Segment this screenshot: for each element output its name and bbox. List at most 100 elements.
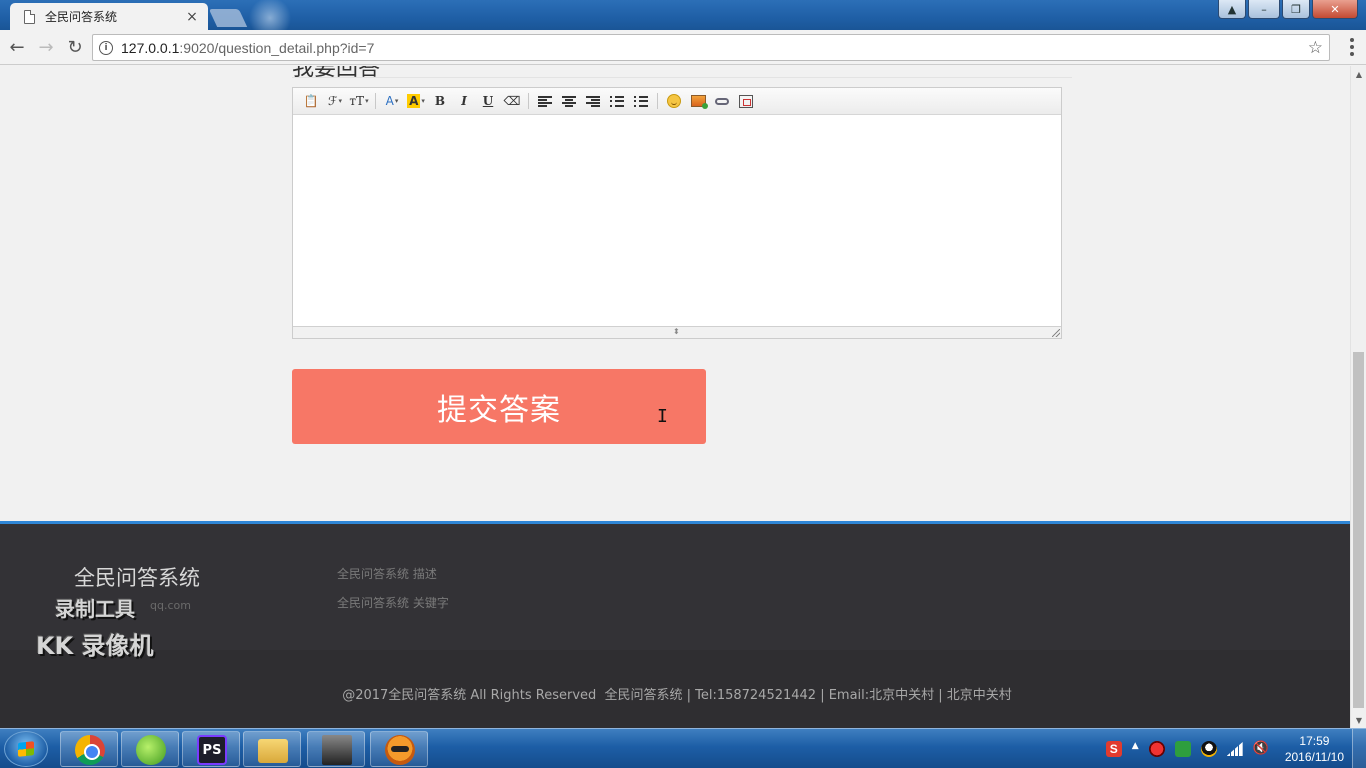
reload-button[interactable]: ↻ [63,35,87,59]
emoticon-button[interactable] [664,91,684,111]
tab-close-icon[interactable]: × [184,9,200,25]
user-icon[interactable]: ▲ [1218,0,1246,19]
eraser-icon[interactable]: ⌫ [502,91,522,111]
show-hidden-icons-icon[interactable]: ▲ [1132,741,1139,757]
footer-description: 全民问答系统 描述 [337,567,437,581]
page-icon [24,9,35,24]
taskbar-chrome[interactable] [60,731,118,767]
show-desktop-button[interactable] [1352,729,1366,768]
url-host: 127.0.0.1 [121,39,180,56]
align-center-button[interactable] [559,91,579,111]
rich-text-editor: 📋 ℱ тT A A B I U ⌫ ⬍ [292,87,1062,339]
scroll-up-icon[interactable]: ▲ [1351,66,1366,82]
footer-keywords: 全民问答系统 关键字 [337,596,449,610]
fullscreen-button[interactable] [736,91,756,111]
windows-taskbar: PS S ▲ 🔇 17:59 2016/11/10 [0,728,1366,768]
underline-button[interactable]: U [478,91,498,111]
text-cursor-icon: I [657,406,668,427]
toolbar-separator [528,93,529,109]
ordered-list-icon [610,95,624,107]
align-left-button[interactable] [535,91,555,111]
qq-icon[interactable] [1200,741,1217,757]
taskbar-explorer[interactable] [243,731,301,767]
taskbar-photo-viewer[interactable] [307,731,365,767]
scroll-thumb[interactable] [1353,352,1364,708]
resize-corner-icon[interactable] [1052,329,1060,337]
taskbar-phpstorm[interactable]: PS [182,731,240,767]
paste-icon[interactable]: 📋 [301,91,321,111]
fullscreen-icon [739,94,753,108]
browser-tab[interactable]: 全民问答系统 × [10,3,208,30]
bookmark-star-icon[interactable]: ☆ [1308,38,1323,58]
scroll-down-icon[interactable]: ▼ [1351,712,1366,728]
url-text[interactable]: 127.0.0.1:9020/question_detail.php?id=7 [121,40,1308,56]
align-right-button[interactable] [583,91,603,111]
italic-button[interactable]: I [454,91,474,111]
tab-title: 全民问答系统 [45,10,118,24]
sogou-input-icon[interactable]: S [1105,741,1122,757]
insert-link-button[interactable] [712,91,732,111]
image-icon [690,95,708,109]
antivirus-icon[interactable] [1148,741,1165,757]
new-tab-button[interactable] [208,9,248,27]
copyright-text: @2017全民问答系统 All Rights Reserved [342,688,597,703]
watermark-line1: 录制工具 [55,597,135,621]
browser-menu-icon[interactable] [1350,38,1354,56]
footer-email: qq.com [150,599,191,612]
unordered-list-button[interactable] [631,91,651,111]
window-controls: ▲ – ❐ ✕ [1218,0,1358,19]
close-window-button[interactable]: ✕ [1312,0,1358,19]
watermark-line2: KK 录像机 [36,632,154,660]
info-icon[interactable]: i [99,40,113,55]
system-clock[interactable]: 17:59 2016/11/10 [1285,733,1344,765]
highlight-button[interactable]: A [406,91,426,111]
folder-icon [258,739,288,763]
forward-button[interactable]: → [34,35,58,59]
highlight-icon: A [407,94,421,108]
footer-copyright: @2017全民问答系统 All Rights Reserved 全民问答系统 |… [0,684,1350,703]
align-center-icon [562,95,576,107]
volume-muted-icon[interactable]: 🔇 [1253,741,1269,757]
phpstorm-icon: PS [197,735,227,765]
back-button[interactable]: ← [5,35,29,59]
network-signal-icon[interactable] [1226,742,1243,756]
photo-icon [322,735,352,765]
toolbar-separator [657,93,658,109]
editor-statusbar: ⬍ [293,326,1061,338]
bold-button[interactable]: B [430,91,450,111]
minimize-button[interactable]: – [1248,0,1280,19]
start-button[interactable] [4,731,48,767]
browser-toolbar: ← → ↻ i 127.0.0.1:9020/question_detail.p… [0,30,1366,65]
toolbar-separator [375,93,376,109]
taskbar-ninja-app[interactable] [370,731,428,767]
maximize-button[interactable]: ❐ [1282,0,1310,19]
smiley-icon [667,94,681,108]
page-scrollbar[interactable]: ▲ ▼ [1350,66,1366,728]
link-icon [715,97,729,105]
font-color-button[interactable]: A [382,91,402,111]
footer-site-name: 全民问答系统 [74,566,200,590]
browser-titlebar: 全民问答系统 × ▲ – ❐ ✕ [0,0,1366,30]
contact-text: 全民问答系统 | Tel:158724521442 | Email:北京中关村 … [604,688,1012,703]
font-size-button[interactable]: тT [349,91,369,111]
page-viewport: 我要回答 📋 ℱ тT A A B I U ⌫ ⬍ [0,66,1350,728]
editor-toolbar: 📋 ℱ тT A A B I U ⌫ [293,88,1061,115]
ninja-app-icon [385,735,415,765]
ordered-list-button[interactable] [607,91,627,111]
clock-date: 2016/11/10 [1284,750,1344,764]
align-right-icon [586,95,600,107]
address-bar[interactable]: i 127.0.0.1:9020/question_detail.php?id=… [92,34,1330,61]
clock-time: 17:59 [1299,734,1330,748]
site-footer: 全民问答系统 qq.com 全民问答系统 描述 全民问答系统 关键字 录制工具 … [0,521,1350,728]
taskbar-green-app[interactable] [121,731,179,767]
editor-content-area[interactable] [293,115,1061,326]
font-family-button[interactable]: ℱ [325,91,345,111]
submit-answer-button[interactable]: 提交答案 [292,369,706,444]
align-left-icon [538,95,552,107]
network-app-icon[interactable] [1174,741,1191,757]
chrome-icon [75,735,105,765]
resize-grip-icon[interactable]: ⬍ [673,328,680,336]
green-app-icon [136,735,166,765]
url-path: :9020/question_detail.php?id=7 [179,39,375,56]
insert-image-button[interactable] [688,91,708,111]
